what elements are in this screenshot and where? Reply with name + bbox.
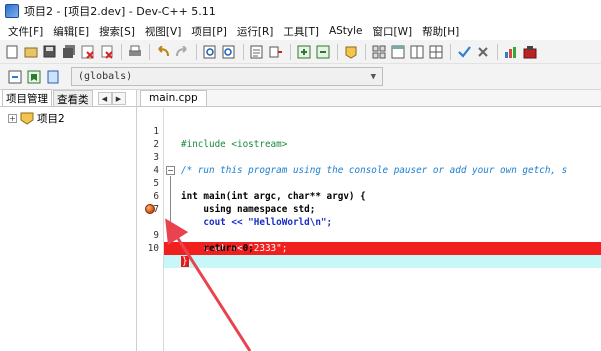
close-file-icon[interactable] [79,43,96,60]
tab-scroll-buttons: ◀ ▶ [97,92,126,105]
tab-class-view[interactable]: 查看类 [53,90,93,106]
window-title: 项目2 - [项目2.dev] - Dev-C++ 5.11 [24,5,216,18]
tree-expand-icon[interactable]: + [8,114,17,123]
scope-dropdown-value: (globals) [78,71,133,82]
fold-collapse-icon[interactable]: − [166,166,175,175]
profile-chart-icon[interactable] [502,43,519,60]
menu-edit[interactable]: 编辑[E] [48,24,94,39]
window-layout-icon[interactable] [389,43,406,60]
menu-astyle[interactable]: AStyle [324,25,368,37]
line-number: 10 [147,243,159,254]
menu-view[interactable]: 视图[V] [140,24,186,39]
tab-project-manager[interactable]: 项目管理 [2,89,52,106]
menu-project[interactable]: 项目[P] [186,24,232,39]
toggle-bookmark-icon[interactable] [25,68,42,85]
toolbar-separator [337,43,338,60]
scope-dropdown[interactable]: (globals) ▼ [71,67,383,86]
goto-bookmark-icon[interactable] [44,68,61,85]
toolbar-separator [497,43,498,60]
menu-bar: 文件[F] 编辑[E] 搜索[S] 视图[V] 项目[P] 运行[R] 工具[T… [0,22,601,40]
code-line[interactable]: 7 cout << "HelloWorld\n"; [137,190,601,228]
open-file-icon[interactable] [22,43,39,60]
main-toolbar [0,40,601,64]
code-line[interactable]: 9 return 0; [137,216,601,254]
toolbar-separator [121,43,122,60]
add-to-project-icon[interactable] [295,43,312,60]
print-icon[interactable] [126,43,143,60]
toolbar-separator [196,43,197,60]
project-tree-label: 项目2 [37,113,65,125]
redo-icon[interactable] [173,43,190,60]
find-icon[interactable] [201,43,218,60]
menu-tools[interactable]: 工具[T] [278,24,324,39]
code-text: return 0; [181,243,254,254]
split-view-icon[interactable] [408,43,425,60]
project-tree-root[interactable]: + 项目2 [0,107,136,126]
toolbar-separator [290,43,291,60]
tab-scroll-left-icon[interactable]: ◀ [97,92,112,105]
code-text: } [181,256,189,267]
save-icon[interactable] [41,43,58,60]
save-all-icon[interactable] [60,43,77,60]
clear-icon[interactable] [474,43,491,60]
editor-tabs: main.cpp [137,90,601,107]
code-line[interactable]: 5 int main(int argc, char** argv) { [137,164,601,202]
breakpoint-line[interactable]: 8 cout << "2333"; [137,203,601,255]
toolbar-separator [450,43,451,60]
replace-icon[interactable] [220,43,237,60]
toolbar-separator [149,43,150,60]
remove-from-project-icon[interactable] [314,43,331,60]
goto-line-icon[interactable] [248,43,265,60]
fold-guide [170,176,171,234]
menu-window[interactable]: 窗口[W] [368,24,418,39]
grid-view-icon[interactable] [427,43,444,60]
toolbar-separator [365,43,366,60]
insert-icon[interactable] [6,68,23,85]
secondary-toolbar: (globals) ▼ [0,64,601,90]
breakpoint-icon[interactable] [145,204,155,214]
menu-run[interactable]: 运行[R] [232,24,279,39]
new-file-icon[interactable] [3,43,20,60]
check-syntax-icon[interactable] [455,43,472,60]
indent-icon[interactable] [267,43,284,60]
menu-help[interactable]: 帮助[H] [417,24,464,39]
project-icon [20,112,34,125]
toolbar-separator [243,43,244,60]
code-line[interactable]: 3 /* run this program using the console … [137,138,601,176]
code-line[interactable]: 1 #include <iostream> [137,112,601,150]
project-options-icon[interactable] [342,43,359,60]
code-line[interactable]: 4 [137,151,601,176]
project-panel-tabs: 项目管理 查看类 ◀ ▶ [0,89,136,107]
app-icon [5,4,19,18]
project-panel: 项目管理 查看类 ◀ ▶ + 项目2 [0,89,137,351]
code-editor: main.cpp 1 #include <iostream> 2 3 /* ru… [137,90,601,351]
menu-file[interactable]: 文件[F] [3,24,48,39]
code-line[interactable]: 6 using namespace std; [137,177,601,215]
undo-icon[interactable] [154,43,171,60]
tab-scroll-right-icon[interactable]: ▶ [111,92,126,105]
code-line[interactable]: 2 [137,125,601,150]
chevron-down-icon: ▼ [370,71,376,82]
close-all-icon[interactable] [98,43,115,60]
menu-search[interactable]: 搜索[S] [94,24,140,39]
layout-tiles-icon[interactable] [370,43,387,60]
title-bar: 项目2 - [项目2.dev] - Dev-C++ 5.11 [0,0,601,22]
active-line[interactable]: 10 } [137,229,601,268]
debug-icon[interactable] [521,43,538,60]
tab-main-cpp[interactable]: main.cpp [140,90,207,106]
